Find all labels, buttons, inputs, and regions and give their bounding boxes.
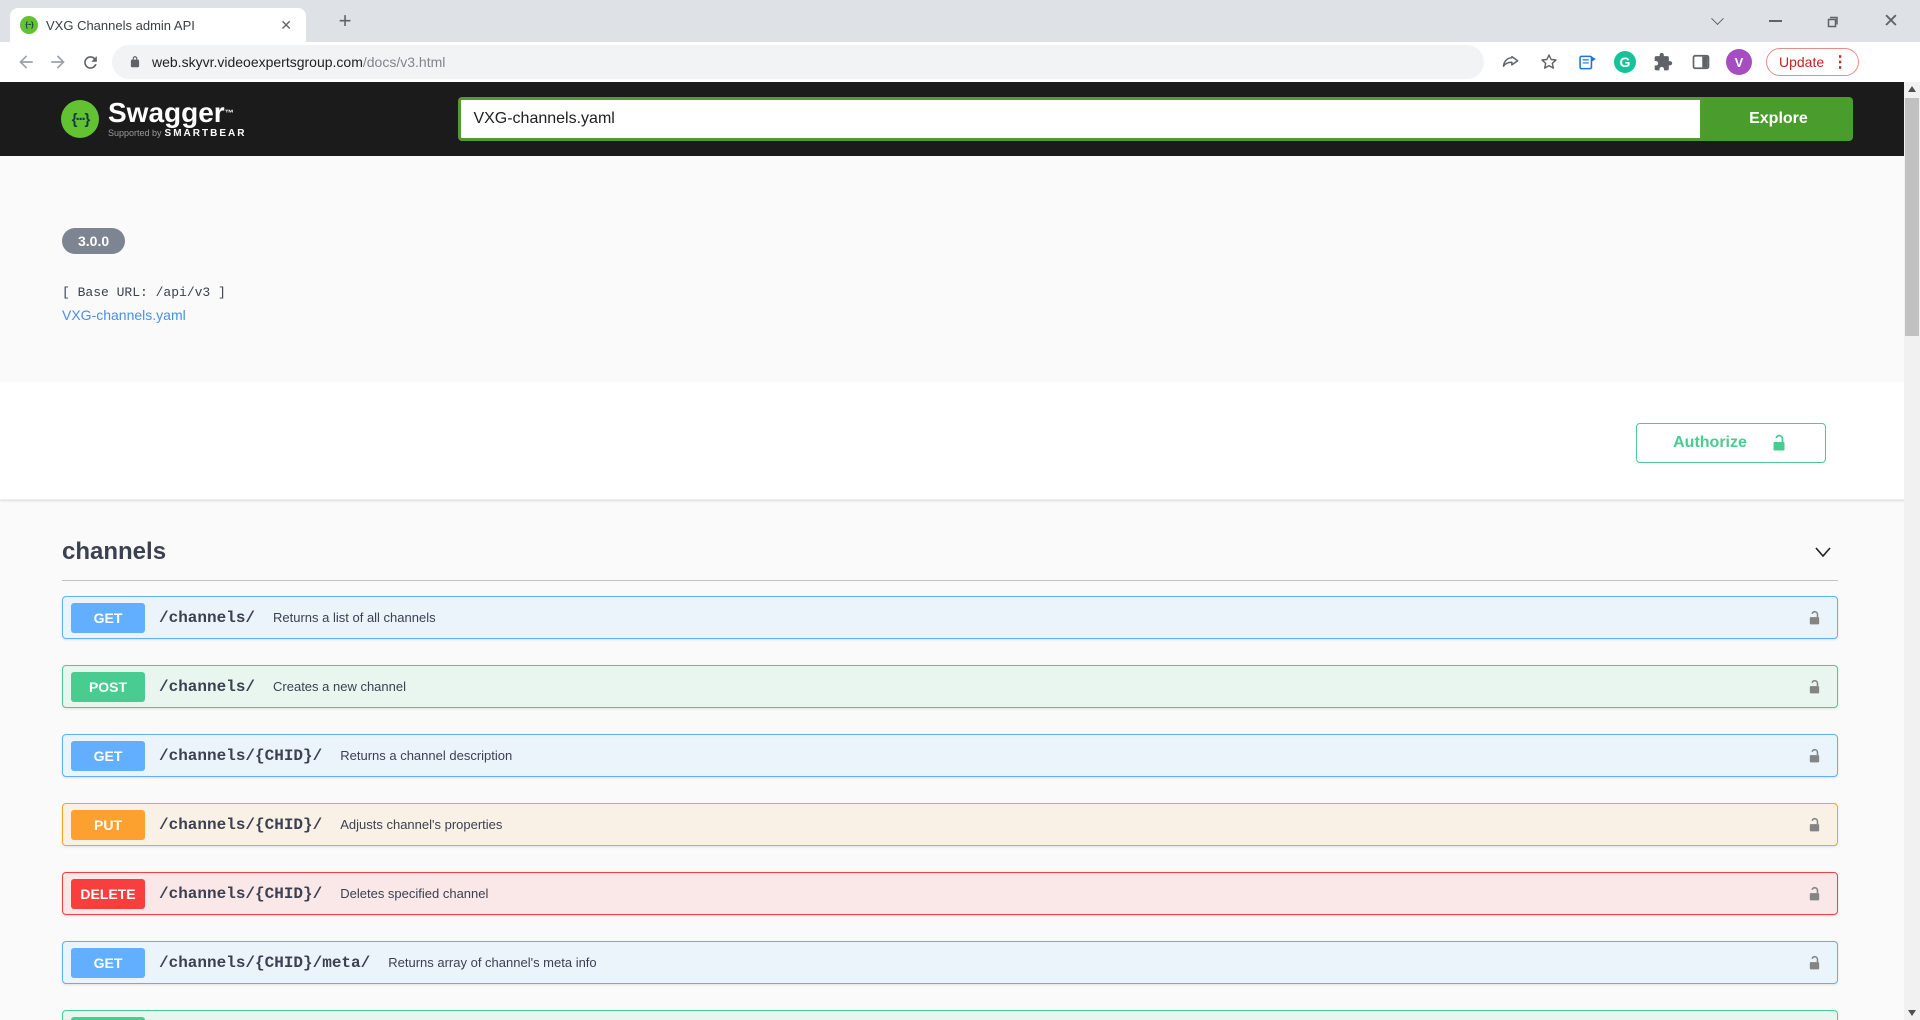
extensions-button[interactable]: [1646, 46, 1680, 78]
method-badge: [71, 1017, 145, 1020]
endpoint-path: /channels/: [159, 609, 255, 627]
method-badge: POST: [71, 672, 145, 702]
share-icon: [1501, 52, 1521, 72]
endpoint-row-partial[interactable]: [62, 1010, 1838, 1020]
url-bar[interactable]: web.skyvr.videoexpertsgroup.com/docs/v3.…: [112, 45, 1484, 79]
scrollbar-down-icon[interactable]: [1908, 1010, 1916, 1016]
authorize-button[interactable]: Authorize: [1636, 423, 1826, 463]
update-label: Update: [1779, 54, 1824, 70]
tag-header[interactable]: channels: [62, 538, 1838, 581]
toolbar-icons: G V Update ⋮: [1494, 46, 1859, 78]
endpoint-summary: Returns a list of all channels: [273, 610, 436, 625]
endpoint-path: /channels/: [159, 678, 255, 696]
window-controls: ✕: [1688, 0, 1920, 42]
endpoint-row[interactable]: GET /channels/{CHID}/ Returns a channel …: [62, 734, 1838, 777]
endpoint-summary: Deletes specified channel: [340, 886, 488, 901]
url-text: web.skyvr.videoexpertsgroup.com/docs/v3.…: [152, 54, 445, 70]
scrollbar-thumb[interactable]: [1905, 98, 1919, 336]
avatar: V: [1726, 49, 1752, 75]
lock-icon[interactable]: [1806, 678, 1823, 696]
reload-icon: [81, 53, 100, 72]
new-tab-button[interactable]: +: [330, 6, 360, 36]
side-panel-icon: [1691, 52, 1711, 72]
swagger-logo-text: Swagger™: [108, 97, 234, 128]
operations-section: channels GET /channels/ Returns a list o…: [0, 500, 1920, 1020]
endpoint-row[interactable]: POST /channels/ Creates a new channel: [62, 665, 1838, 708]
method-badge: GET: [71, 948, 145, 978]
forward-icon: [48, 52, 68, 72]
endpoint-summary: Returns a channel description: [340, 748, 512, 763]
minimize-button[interactable]: [1746, 0, 1804, 42]
blue-extension-icon: [1577, 52, 1598, 73]
spec-url-input[interactable]: [458, 97, 1703, 141]
version-badge: 3.0.0: [62, 228, 125, 254]
endpoint-path: /channels/{CHID}/: [159, 816, 322, 834]
endpoint-row[interactable]: DELETE /channels/{CHID}/ Deletes specifi…: [62, 872, 1838, 915]
back-button[interactable]: [10, 46, 42, 78]
endpoint-summary: Creates a new channel: [273, 679, 406, 694]
method-badge: PUT: [71, 810, 145, 840]
tab-close-icon[interactable]: ✕: [276, 15, 296, 36]
share-button[interactable]: [1494, 46, 1528, 78]
profile-button[interactable]: V: [1722, 46, 1756, 78]
tag-title: channels: [62, 538, 166, 566]
endpoint-summary: Adjusts channel's properties: [340, 817, 502, 832]
grammarly-icon: G: [1614, 51, 1636, 73]
endpoint-row[interactable]: PUT /channels/{CHID}/ Adjusts channel's …: [62, 803, 1838, 846]
url-path: /docs/v3.html: [363, 54, 445, 70]
endpoint-summary: Returns array of channel's meta info: [388, 955, 596, 970]
endpoint-path: /channels/{CHID}/: [159, 885, 322, 903]
lock-icon[interactable]: [1806, 747, 1823, 765]
lock-icon[interactable]: [1806, 885, 1823, 903]
close-window-button[interactable]: ✕: [1862, 0, 1920, 42]
grammarly-button[interactable]: G: [1608, 46, 1642, 78]
puzzle-icon: [1653, 52, 1673, 72]
back-icon: [16, 52, 36, 72]
authorize-label: Authorize: [1673, 434, 1747, 452]
chevron-down-icon[interactable]: [1808, 540, 1838, 564]
scheme-container: Authorize: [0, 382, 1920, 500]
browser-tab[interactable]: {···} VXG Channels admin API ✕: [10, 8, 306, 42]
spec-link[interactable]: VXG-channels.yaml: [62, 307, 186, 323]
page-scrollbar[interactable]: [1904, 82, 1920, 1020]
lock-icon[interactable]: [1806, 954, 1823, 972]
endpoint-row[interactable]: GET /channels/ Returns a list of all cha…: [62, 596, 1838, 639]
swagger-logo-icon: {···}: [61, 100, 99, 138]
lock-icon[interactable]: [1806, 816, 1823, 834]
browser-toolbar: web.skyvr.videoexpertsgroup.com/docs/v3.…: [0, 42, 1920, 82]
unlocked-padlock-icon: [1769, 433, 1789, 453]
operations-list: GET /channels/ Returns a list of all cha…: [62, 596, 1838, 1020]
endpoint-path: /channels/{CHID}/: [159, 747, 322, 765]
endpoint-row[interactable]: GET /channels/{CHID}/meta/ Returns array…: [62, 941, 1838, 984]
lock-icon[interactable]: [1806, 609, 1823, 627]
explore-button[interactable]: Explore: [1703, 97, 1853, 141]
reading-extension-button[interactable]: [1570, 46, 1604, 78]
scrollbar-up-icon[interactable]: [1908, 86, 1916, 92]
update-button[interactable]: Update ⋮: [1766, 48, 1859, 76]
side-panel-button[interactable]: [1684, 46, 1718, 78]
star-icon: [1539, 52, 1559, 72]
endpoint-path: /channels/{CHID}/meta/: [159, 954, 370, 972]
api-info-section: 3.0.0 [ Base URL: /api/v3 ] VXG-channels…: [0, 156, 1920, 382]
forward-button[interactable]: [42, 46, 74, 78]
restore-button[interactable]: [1804, 0, 1862, 42]
reload-button[interactable]: [74, 46, 106, 78]
method-badge: GET: [71, 603, 145, 633]
swagger-favicon-icon: {···}: [20, 16, 38, 34]
browser-menu-icon[interactable]: ⋮: [1828, 52, 1852, 72]
smartbear-tagline: Supported bySMARTBEAR: [108, 128, 246, 139]
url-host: web.skyvr.videoexpertsgroup.com: [152, 54, 363, 70]
bookmark-button[interactable]: [1532, 46, 1566, 78]
method-badge: DELETE: [71, 879, 145, 909]
browser-titlebar: {···} VXG Channels admin API ✕ + ✕: [0, 0, 1920, 42]
method-badge: GET: [71, 741, 145, 771]
swagger-topbar: {···} Swagger™ Supported bySMARTBEAR Exp…: [0, 82, 1920, 156]
tab-title: VXG Channels admin API: [46, 18, 276, 33]
swagger-logo: {···} Swagger™ Supported bySMARTBEAR: [61, 99, 246, 139]
https-lock-icon: [128, 55, 142, 69]
tab-search-chevron-icon[interactable]: [1688, 0, 1746, 42]
base-url: [ Base URL: /api/v3 ]: [62, 285, 1920, 300]
restore-icon: [1826, 14, 1840, 28]
